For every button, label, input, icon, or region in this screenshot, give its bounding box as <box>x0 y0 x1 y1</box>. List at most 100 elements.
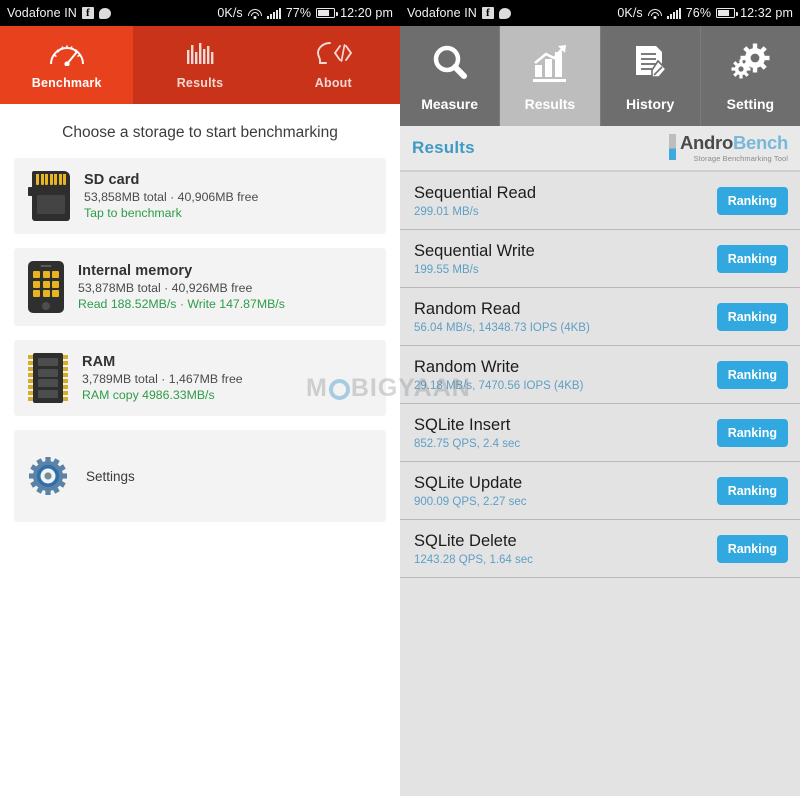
ranking-button[interactable]: Ranking <box>716 476 788 505</box>
page-title: Choose a storage to start benchmarking <box>62 124 338 141</box>
result-value: 199.55 MB/s <box>414 263 479 276</box>
storage-card-ram-stat: RAM copy 4986.33MB/s <box>82 388 215 402</box>
results-list: Sequential Read 299.01 MB/s Ranking Sequ… <box>400 172 800 578</box>
ranking-button[interactable]: Ranking <box>716 534 788 563</box>
results-header: Results AndroBench Storage Benchmarking … <box>400 126 800 172</box>
clock-label-right: 12:32 pm <box>740 6 793 20</box>
result-name: SQLite Update <box>414 473 523 492</box>
data-speed-label: 0K/s <box>217 6 243 20</box>
result-row-text: Random Write 29.18 MB/s, 7470.56 IOPS (4… <box>414 358 583 392</box>
result-row[interactable]: Sequential Write 199.55 MB/s Ranking <box>400 230 800 288</box>
tab-about-label: About <box>314 76 352 90</box>
tab-about[interactable]: About <box>267 26 400 104</box>
tab-setting-label: Setting <box>726 95 775 112</box>
tab-results-right-label: Results <box>524 95 576 112</box>
storage-card-ram[interactable]: RAM 3,789MB total · 1,467MB free RAM cop… <box>14 340 386 416</box>
status-bar-left: Vodafone IN f 0K/s 77% 12:20 pm <box>0 0 400 26</box>
storage-card-sd-capacity: 53,858MB total · 40,906MB free <box>84 190 259 204</box>
storage-card-list: SD card 53,858MB total · 40,906MB free T… <box>0 158 400 522</box>
battery-icon <box>316 8 338 18</box>
ranking-button[interactable]: Ranking <box>716 360 788 389</box>
settings-label: Settings <box>86 468 135 484</box>
data-speed-label-right: 0K/s <box>617 6 643 20</box>
ranking-button[interactable]: Ranking <box>716 244 788 273</box>
carrier-label-right: Vodafone IN <box>407 6 477 20</box>
facebook-icon: f <box>481 7 494 19</box>
status-bar-right: Vodafone IN f 0K/s 76% 12:32 pm <box>400 0 800 26</box>
battery-icon <box>716 8 738 18</box>
document-pencil-icon <box>628 41 672 90</box>
tab-setting[interactable]: Setting <box>701 26 800 126</box>
storage-card-sd[interactable]: SD card 53,858MB total · 40,906MB free T… <box>14 158 386 234</box>
battery-percent-label: 77% <box>285 6 312 20</box>
settings-row[interactable]: Settings <box>14 430 386 522</box>
storage-card-internal-text: Internal memory 53,878MB total · 40,926M… <box>78 263 285 311</box>
tab-results-left-label: Results <box>176 76 224 90</box>
sd-card-icon <box>28 171 70 221</box>
storage-card-sd-title: SD card <box>84 172 140 188</box>
result-row-text: SQLite Update 900.09 QPS, 2.27 sec <box>414 474 527 508</box>
result-row[interactable]: SQLite Update 900.09 QPS, 2.27 sec Ranki… <box>400 462 800 520</box>
ranking-button[interactable]: Ranking <box>716 302 788 331</box>
storage-card-sd-text: SD card 53,858MB total · 40,906MB free T… <box>84 172 258 220</box>
result-row[interactable]: SQLite Delete 1243.28 QPS, 1.64 sec Rank… <box>400 520 800 578</box>
left-phone-screen: Vodafone IN f 0K/s 77% 12:20 pm Benchmar… <box>0 0 400 796</box>
battery-percent-label-right: 76% <box>685 6 712 20</box>
gears-icon <box>728 41 772 90</box>
logo-tagline: Storage Benchmarking Tool <box>693 153 788 163</box>
wifi-icon <box>247 8 262 19</box>
left-tab-bar: Benchmark Results About <box>0 26 400 104</box>
magnifier-icon <box>428 41 472 90</box>
logo-andro: Andro <box>679 132 733 153</box>
result-row[interactable]: Random Write 29.18 MB/s, 7470.56 IOPS (4… <box>400 346 800 404</box>
tab-history-label: History <box>626 95 675 112</box>
storage-card-internal-stat: Read 188.52MB/s · Write 147.87MB/s <box>78 297 285 311</box>
storage-card-ram-text: RAM 3,789MB total · 1,467MB free RAM cop… <box>82 354 243 402</box>
storage-card-ram-capacity: 3,789MB total · 1,467MB free <box>82 372 243 386</box>
storage-card-internal-capacity: 53,878MB total · 40,926MB free <box>78 281 253 295</box>
signal-bars-icon <box>266 7 281 19</box>
storage-card-internal[interactable]: Internal memory 53,878MB total · 40,926M… <box>14 248 386 326</box>
ram-chip-icon <box>28 353 68 403</box>
clock-label: 12:20 pm <box>340 6 393 20</box>
result-value: 900.09 QPS, 2.27 sec <box>414 495 527 508</box>
status-bar-right-group: 0K/s 77% 12:20 pm <box>217 6 393 20</box>
status-bar-left-group: Vodafone IN f <box>7 6 111 20</box>
status-bar-left-group-right: Vodafone IN f <box>407 6 511 20</box>
result-name: Random Write <box>414 357 520 376</box>
result-value: 29.18 MB/s, 7470.56 IOPS (4KB) <box>414 379 584 392</box>
right-tab-bar: Measure Results History Setting <box>400 26 800 126</box>
tab-results-right[interactable]: Results <box>500 26 601 126</box>
status-bar-right-group-right: 0K/s 76% 12:32 pm <box>617 6 793 20</box>
tab-history[interactable]: History <box>601 26 701 126</box>
gear-icon <box>28 456 68 496</box>
result-name: SQLite Delete <box>414 531 517 550</box>
phone-memory-icon <box>28 261 64 313</box>
head-code-icon <box>311 40 355 71</box>
result-name: SQLite Insert <box>414 415 511 434</box>
tab-measure-label: Measure <box>421 95 479 112</box>
result-row[interactable]: SQLite Insert 852.75 QPS, 2.4 sec Rankin… <box>400 404 800 462</box>
ranking-button[interactable]: Ranking <box>716 418 788 447</box>
tab-benchmark[interactable]: Benchmark <box>0 26 134 104</box>
result-value: 299.01 MB/s <box>414 205 479 218</box>
logo-bar-icon <box>668 134 676 160</box>
tab-results-left[interactable]: Results <box>133 26 266 104</box>
results-title: Results <box>412 138 475 157</box>
logo-bench: Bench <box>732 132 788 153</box>
ranking-button[interactable]: Ranking <box>716 186 788 215</box>
carrier-label: Vodafone IN <box>7 6 77 20</box>
result-row-text: Sequential Write 199.55 MB/s <box>414 242 535 276</box>
storage-card-internal-title: Internal memory <box>78 263 193 279</box>
logo-wordmark: AndroBench <box>679 132 788 153</box>
result-row-text: SQLite Delete 1243.28 QPS, 1.64 sec <box>414 532 533 566</box>
result-name: Random Read <box>414 299 521 318</box>
storage-card-ram-title: RAM <box>82 354 116 370</box>
dual-screenshot: Vodafone IN f 0K/s 77% 12:20 pm Benchmar… <box>0 0 800 796</box>
result-row[interactable]: Sequential Read 299.01 MB/s Ranking <box>400 172 800 230</box>
tab-benchmark-label: Benchmark <box>31 76 102 90</box>
result-row[interactable]: Random Read 56.04 MB/s, 14348.73 IOPS (4… <box>400 288 800 346</box>
speedometer-icon <box>47 40 87 71</box>
tab-measure[interactable]: Measure <box>400 26 501 126</box>
messenger-icon <box>498 7 511 19</box>
